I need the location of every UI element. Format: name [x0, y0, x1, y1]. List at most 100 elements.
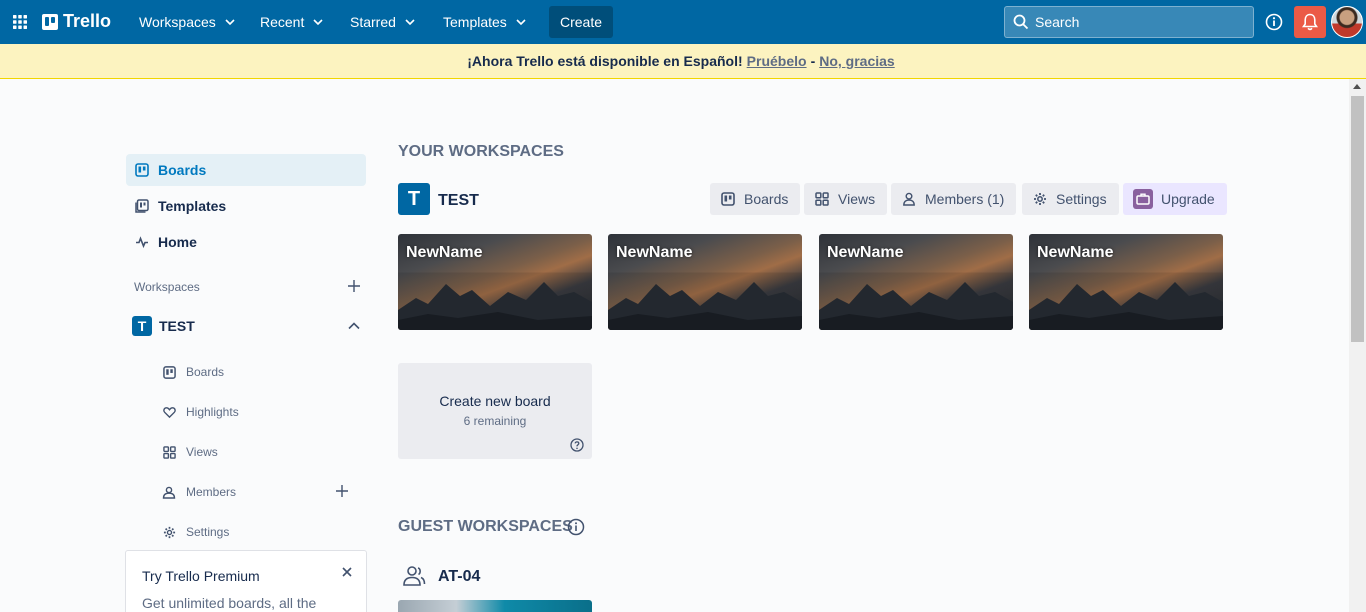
nav-workspaces-menu[interactable]: Workspaces — [129, 6, 246, 38]
guest-workspaces-heading: GUEST WORKSPACES — [398, 518, 573, 535]
nav-starred-label: Starred — [350, 14, 396, 30]
mountain-background-image — [398, 282, 592, 330]
sidebar-item-home[interactable]: Home — [126, 226, 366, 258]
create-board-label: Create new board — [439, 393, 551, 409]
scroll-up-arrow-icon[interactable] — [1353, 84, 1361, 89]
search-icon — [1013, 14, 1029, 30]
workspace-name: TEST — [438, 192, 479, 209]
activity-icon — [134, 234, 150, 250]
workspace-button-label: Members (1) — [925, 191, 1005, 207]
app-switcher-button[interactable] — [8, 8, 32, 36]
banner-dismiss-link[interactable]: No, gracias — [819, 53, 894, 69]
help-icon[interactable] — [570, 438, 584, 452]
sidebar-subitem-boards[interactable]: Boards — [162, 360, 224, 384]
nav-workspaces-label: Workspaces — [139, 14, 216, 30]
notifications-button[interactable] — [1294, 6, 1326, 38]
board-icon — [720, 191, 736, 207]
board-name: NewName — [827, 244, 904, 261]
sidebar-subitem-label: Settings — [186, 525, 230, 539]
sidebar-subitem-settings[interactable]: Settings — [162, 520, 229, 544]
chevron-down-icon — [313, 19, 323, 26]
board-name: NewName — [616, 244, 693, 261]
sidebar-subitem-label: Highlights — [186, 405, 239, 419]
nav-templates-label: Templates — [443, 14, 507, 30]
workspace-button-label: Upgrade — [1161, 191, 1215, 207]
information-button[interactable] — [1262, 10, 1286, 34]
sidebar-item-label: Templates — [158, 198, 227, 214]
workspace-badge: T — [398, 183, 430, 215]
nav-recent-label: Recent — [260, 14, 305, 30]
sidebar-subitem-members[interactable]: Members — [162, 480, 236, 504]
workspace-boards-button[interactable]: Boards — [710, 183, 801, 215]
plus-icon[interactable] — [346, 278, 362, 294]
close-icon[interactable] — [340, 565, 354, 579]
trello-logo-icon — [42, 13, 58, 30]
board-tile[interactable]: NewName — [819, 234, 1013, 330]
banner-message: ¡Ahora Trello está disponible en Español… — [467, 53, 743, 69]
guest-board-tile[interactable] — [398, 600, 592, 612]
mountain-background-image — [608, 282, 802, 330]
search-input[interactable] — [1035, 14, 1235, 30]
create-new-board-tile[interactable]: Create new board 6 remaining — [398, 363, 592, 459]
nav-recent-menu[interactable]: Recent — [250, 6, 334, 38]
info-icon — [1265, 13, 1283, 31]
sidebar-subitem-views[interactable]: Views — [162, 440, 218, 464]
board-name: NewName — [406, 244, 483, 261]
sidebar-item-boards[interactable]: Boards — [126, 154, 366, 186]
premium-title: Try Trello Premium — [142, 568, 260, 584]
gear-icon — [1032, 191, 1048, 207]
bell-icon — [1302, 13, 1318, 31]
board-tile[interactable]: NewName — [1029, 234, 1223, 330]
board-tile[interactable]: NewName — [398, 234, 592, 330]
grid-icon — [814, 191, 830, 207]
sidebar-subitem-label: Views — [186, 445, 218, 459]
trello-logo[interactable]: Trello — [42, 11, 111, 32]
heart-icon — [162, 405, 176, 419]
language-banner: ¡Ahora Trello está disponible en Español… — [0, 44, 1366, 79]
sidebar-subitem-label: Members — [186, 485, 237, 499]
workspace-upgrade-button[interactable]: Upgrade — [1123, 183, 1227, 215]
briefcase-icon — [1133, 189, 1153, 209]
mountain-background-image — [1029, 282, 1223, 330]
apps-grid-icon — [13, 15, 27, 29]
premium-promo-card: Try Trello Premium Get unlimited boards,… — [125, 550, 367, 612]
nav-templates-menu[interactable]: Templates — [433, 6, 537, 38]
gear-icon — [162, 525, 176, 539]
boards-remaining-count: 6 remaining — [463, 414, 527, 428]
sidebar-workspace-test[interactable]: T TEST — [126, 310, 366, 342]
banner-separator: - — [810, 53, 816, 69]
scrollbar-thumb[interactable] — [1351, 96, 1364, 342]
sidebar-subitem-highlights[interactable]: Highlights — [162, 400, 239, 424]
workspace-settings-button[interactable]: Settings — [1022, 183, 1119, 215]
sidebar-item-label: Home — [158, 234, 197, 250]
grid-icon — [162, 445, 176, 459]
chevron-down-icon — [516, 19, 526, 26]
chevron-down-icon — [225, 19, 235, 26]
workspace-members-button[interactable]: Members (1) — [891, 183, 1017, 215]
workspace-name: TEST — [159, 318, 195, 334]
add-member-plus-icon[interactable] — [334, 483, 350, 499]
sidebar-item-templates[interactable]: Templates — [126, 190, 366, 222]
chevron-down-icon — [405, 19, 415, 26]
sidebar-subitem-label: Boards — [186, 365, 225, 379]
premium-description: Get unlimited boards, all the — [142, 595, 317, 611]
person-icon — [901, 191, 917, 207]
board-name: NewName — [1037, 244, 1114, 261]
workspace-badge: T — [132, 316, 152, 336]
your-workspaces-heading: YOUR WORKSPACES — [398, 143, 564, 160]
board-icon — [134, 162, 150, 178]
create-button[interactable]: Create — [549, 6, 613, 38]
info-icon[interactable] — [567, 518, 585, 536]
workspace-views-button[interactable]: Views — [804, 183, 888, 215]
workspaces-section-label: Workspaces — [134, 280, 200, 294]
nav-starred-menu[interactable]: Starred — [340, 6, 426, 38]
guest-workspace-name: AT-04 — [438, 568, 481, 585]
board-tile[interactable]: NewName — [608, 234, 802, 330]
user-avatar[interactable] — [1331, 6, 1363, 38]
workspace-button-label: Settings — [1056, 191, 1107, 207]
chevron-up-icon[interactable] — [346, 318, 362, 334]
search-box[interactable] — [1004, 6, 1254, 38]
banner-try-link[interactable]: Pruébelo — [747, 53, 807, 69]
trello-logo-text: Trello — [63, 11, 112, 31]
workspace-button-label: Views — [838, 191, 876, 207]
